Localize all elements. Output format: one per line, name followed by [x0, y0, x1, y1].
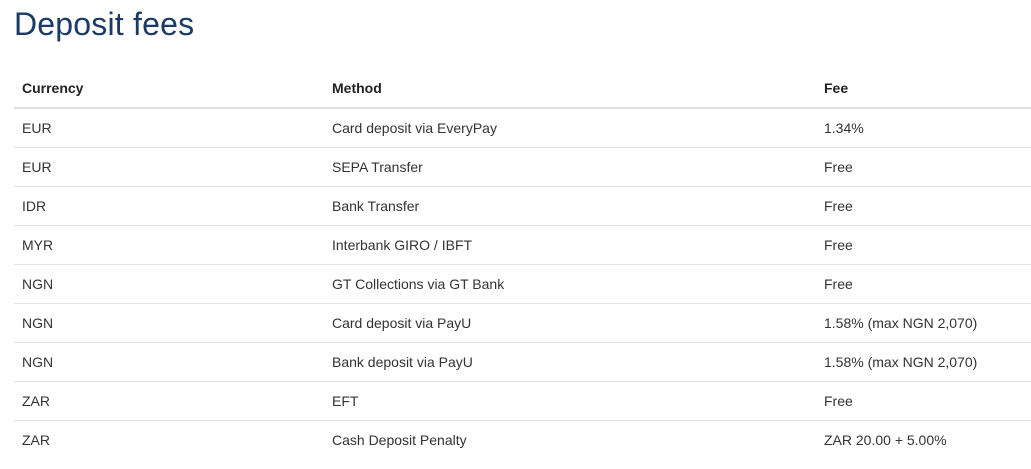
page-title: Deposit fees	[14, 6, 195, 42]
table-row: ZAR Cash Deposit Penalty ZAR 20.00 + 5.0…	[14, 421, 1031, 460]
currency-cell: NGN	[14, 342, 324, 382]
method-cell: GT Collections via GT Bank	[324, 264, 816, 304]
fee-cell: Free	[816, 147, 1031, 187]
table-row: NGN Bank deposit via PayU 1.58% (max NGN…	[14, 342, 1031, 382]
fee-cell: 1.58% (max NGN 2,070)	[816, 342, 1031, 382]
currency-cell: NGN	[14, 264, 324, 304]
column-header-currency: Currency	[14, 69, 324, 109]
currency-cell: IDR	[14, 186, 324, 226]
fee-cell: Free	[816, 381, 1031, 421]
table-header-row: Currency Method Fee	[14, 69, 1031, 109]
column-header-fee: Fee	[816, 69, 1031, 109]
method-cell: EFT	[324, 381, 816, 421]
fee-cell: Free	[816, 186, 1031, 226]
fee-cell: Free	[816, 225, 1031, 265]
fee-cell: 1.34%	[816, 108, 1031, 148]
table-row: EUR SEPA Transfer Free	[14, 147, 1031, 187]
fee-cell: ZAR 20.00 + 5.00%	[824, 432, 947, 448]
table-row: NGN Card deposit via PayU 1.58% (max NGN…	[14, 303, 1031, 343]
currency-cell: ZAR	[14, 381, 324, 421]
currency-cell: ZAR	[22, 432, 50, 448]
method-cell: Card deposit via PayU	[324, 303, 816, 343]
method-cell: Cash Deposit Penalty	[332, 432, 467, 448]
currency-cell: NGN	[14, 303, 324, 343]
fee-cell: Free	[816, 264, 1031, 304]
table-row: EUR Card deposit via EveryPay 1.34%	[14, 108, 1031, 148]
currency-cell: MYR	[14, 225, 324, 265]
method-cell: SEPA Transfer	[324, 147, 816, 187]
fee-cell: 1.58% (max NGN 2,070)	[816, 303, 1031, 343]
method-cell: Bank Transfer	[324, 186, 816, 226]
table-row: MYR Interbank GIRO / IBFT Free	[14, 225, 1031, 265]
page: Deposit fees Currency Method Fee EUR Car…	[0, 0, 1031, 469]
currency-cell: EUR	[14, 108, 324, 148]
table-row: NGN GT Collections via GT Bank Free	[14, 264, 1031, 304]
method-cell: Interbank GIRO / IBFT	[324, 225, 816, 265]
deposit-fees-table: Currency Method Fee EUR Card deposit via…	[14, 69, 1031, 459]
table-row: IDR Bank Transfer Free	[14, 186, 1031, 226]
method-cell: Card deposit via EveryPay	[324, 108, 816, 148]
currency-cell: EUR	[14, 147, 324, 187]
table-row: ZAR EFT Free	[14, 381, 1031, 421]
column-header-method: Method	[324, 69, 816, 109]
method-cell: Bank deposit via PayU	[324, 342, 816, 382]
